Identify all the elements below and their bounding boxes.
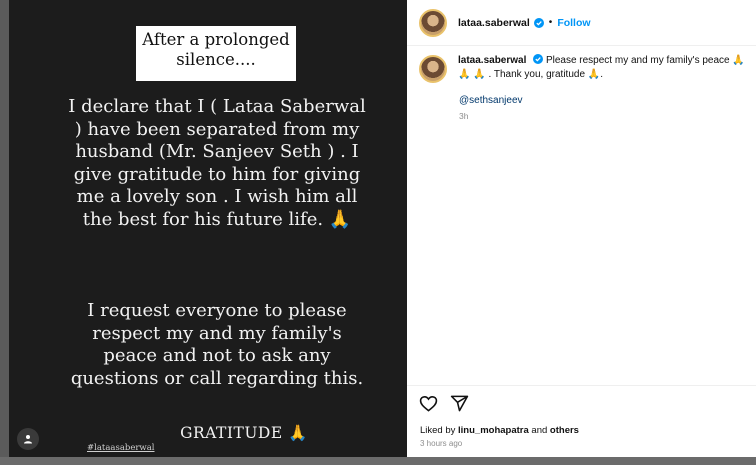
likes-summary: Liked by linu_mohapatra and others xyxy=(420,425,579,436)
heart-icon[interactable] xyxy=(419,394,438,413)
avatar[interactable] xyxy=(419,8,447,37)
backdrop-edge-bottom xyxy=(0,457,756,465)
verified-badge-icon xyxy=(533,17,544,28)
liked-user[interactable]: linu_mohapatra xyxy=(458,425,529,436)
verified-badge-icon xyxy=(533,54,544,64)
follow-button[interactable]: Follow xyxy=(557,17,590,29)
separator-dot: • xyxy=(548,17,553,28)
caption-body: lataa.saberwal Please respect my and my … xyxy=(458,54,748,83)
story-paragraph-1: I declare that I ( Lataa Saberwal ) have… xyxy=(68,96,366,230)
post-actions: Liked by linu_mohapatra and others 3 hou… xyxy=(407,385,756,457)
backdrop-edge xyxy=(0,0,9,465)
liked-others[interactable]: others xyxy=(550,425,579,436)
tagged-users-button[interactable] xyxy=(17,428,39,450)
post-header: lataa.saberwal • Follow xyxy=(407,0,756,46)
user-tag-icon xyxy=(24,435,32,444)
story-signoff: GRATITUDE 🙏 xyxy=(180,424,308,442)
author-username[interactable]: lataa.saberwal xyxy=(458,17,530,29)
caption-username[interactable]: lataa.saberwal xyxy=(458,55,526,66)
story-hashtag: #lataasaberwal xyxy=(87,443,155,453)
liked-prefix: Liked by xyxy=(420,425,456,436)
send-icon[interactable] xyxy=(450,394,469,413)
caption-timestamp[interactable]: 3h xyxy=(459,111,468,121)
post-media[interactable]: After a prolonged silence.... I declare … xyxy=(9,0,407,457)
caption-mention[interactable]: @sethsanjeev xyxy=(459,95,523,106)
caption-avatar[interactable] xyxy=(419,55,447,83)
action-icons xyxy=(419,394,469,413)
post-details-panel: lataa.saberwal • Follow lataa.saberwal P… xyxy=(407,0,756,457)
caption: lataa.saberwal Please respect my and my … xyxy=(419,54,749,83)
post-timestamp[interactable]: 3 hours ago xyxy=(420,439,462,448)
liked-and: and xyxy=(531,425,548,436)
story-header-text: After a prolonged silence.... xyxy=(142,30,290,69)
story-paragraph-2: I request everyone to please respect my … xyxy=(70,300,364,389)
